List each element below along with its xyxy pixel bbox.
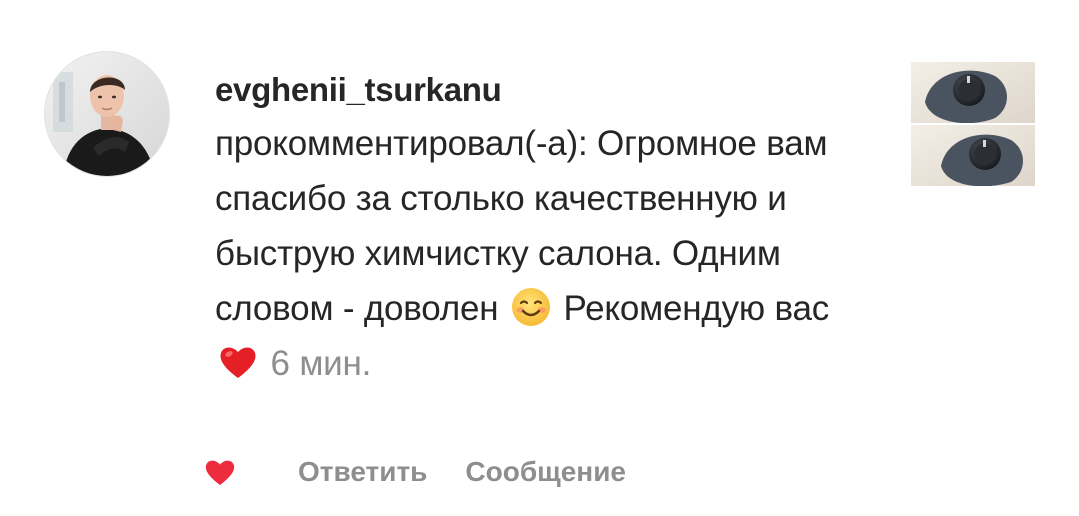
comment-text: прокомментировал(-а): Огромное вам спаси… xyxy=(215,116,875,391)
post-thumbnail[interactable] xyxy=(911,62,1035,186)
like-button[interactable] xyxy=(200,452,240,492)
message-button[interactable]: Сообщение xyxy=(465,456,626,488)
comment-body: evghenii_tsurkanu прокомментировал(-а): … xyxy=(215,68,875,391)
comment-time: 6 мин. xyxy=(261,344,372,383)
comment-actions: Ответить Сообщение xyxy=(200,448,626,496)
reply-button[interactable]: Ответить xyxy=(298,456,427,488)
heart-icon xyxy=(205,460,235,485)
username[interactable]: evghenii_tsurkanu xyxy=(215,68,875,112)
post-thumbnail-image xyxy=(911,62,1035,186)
avatar-image xyxy=(45,52,169,176)
red-heart-icon xyxy=(220,347,256,378)
avatar[interactable] xyxy=(45,52,169,176)
comment-text-part: Рекомендую вас xyxy=(553,289,830,328)
smiling-face-icon xyxy=(511,288,550,326)
